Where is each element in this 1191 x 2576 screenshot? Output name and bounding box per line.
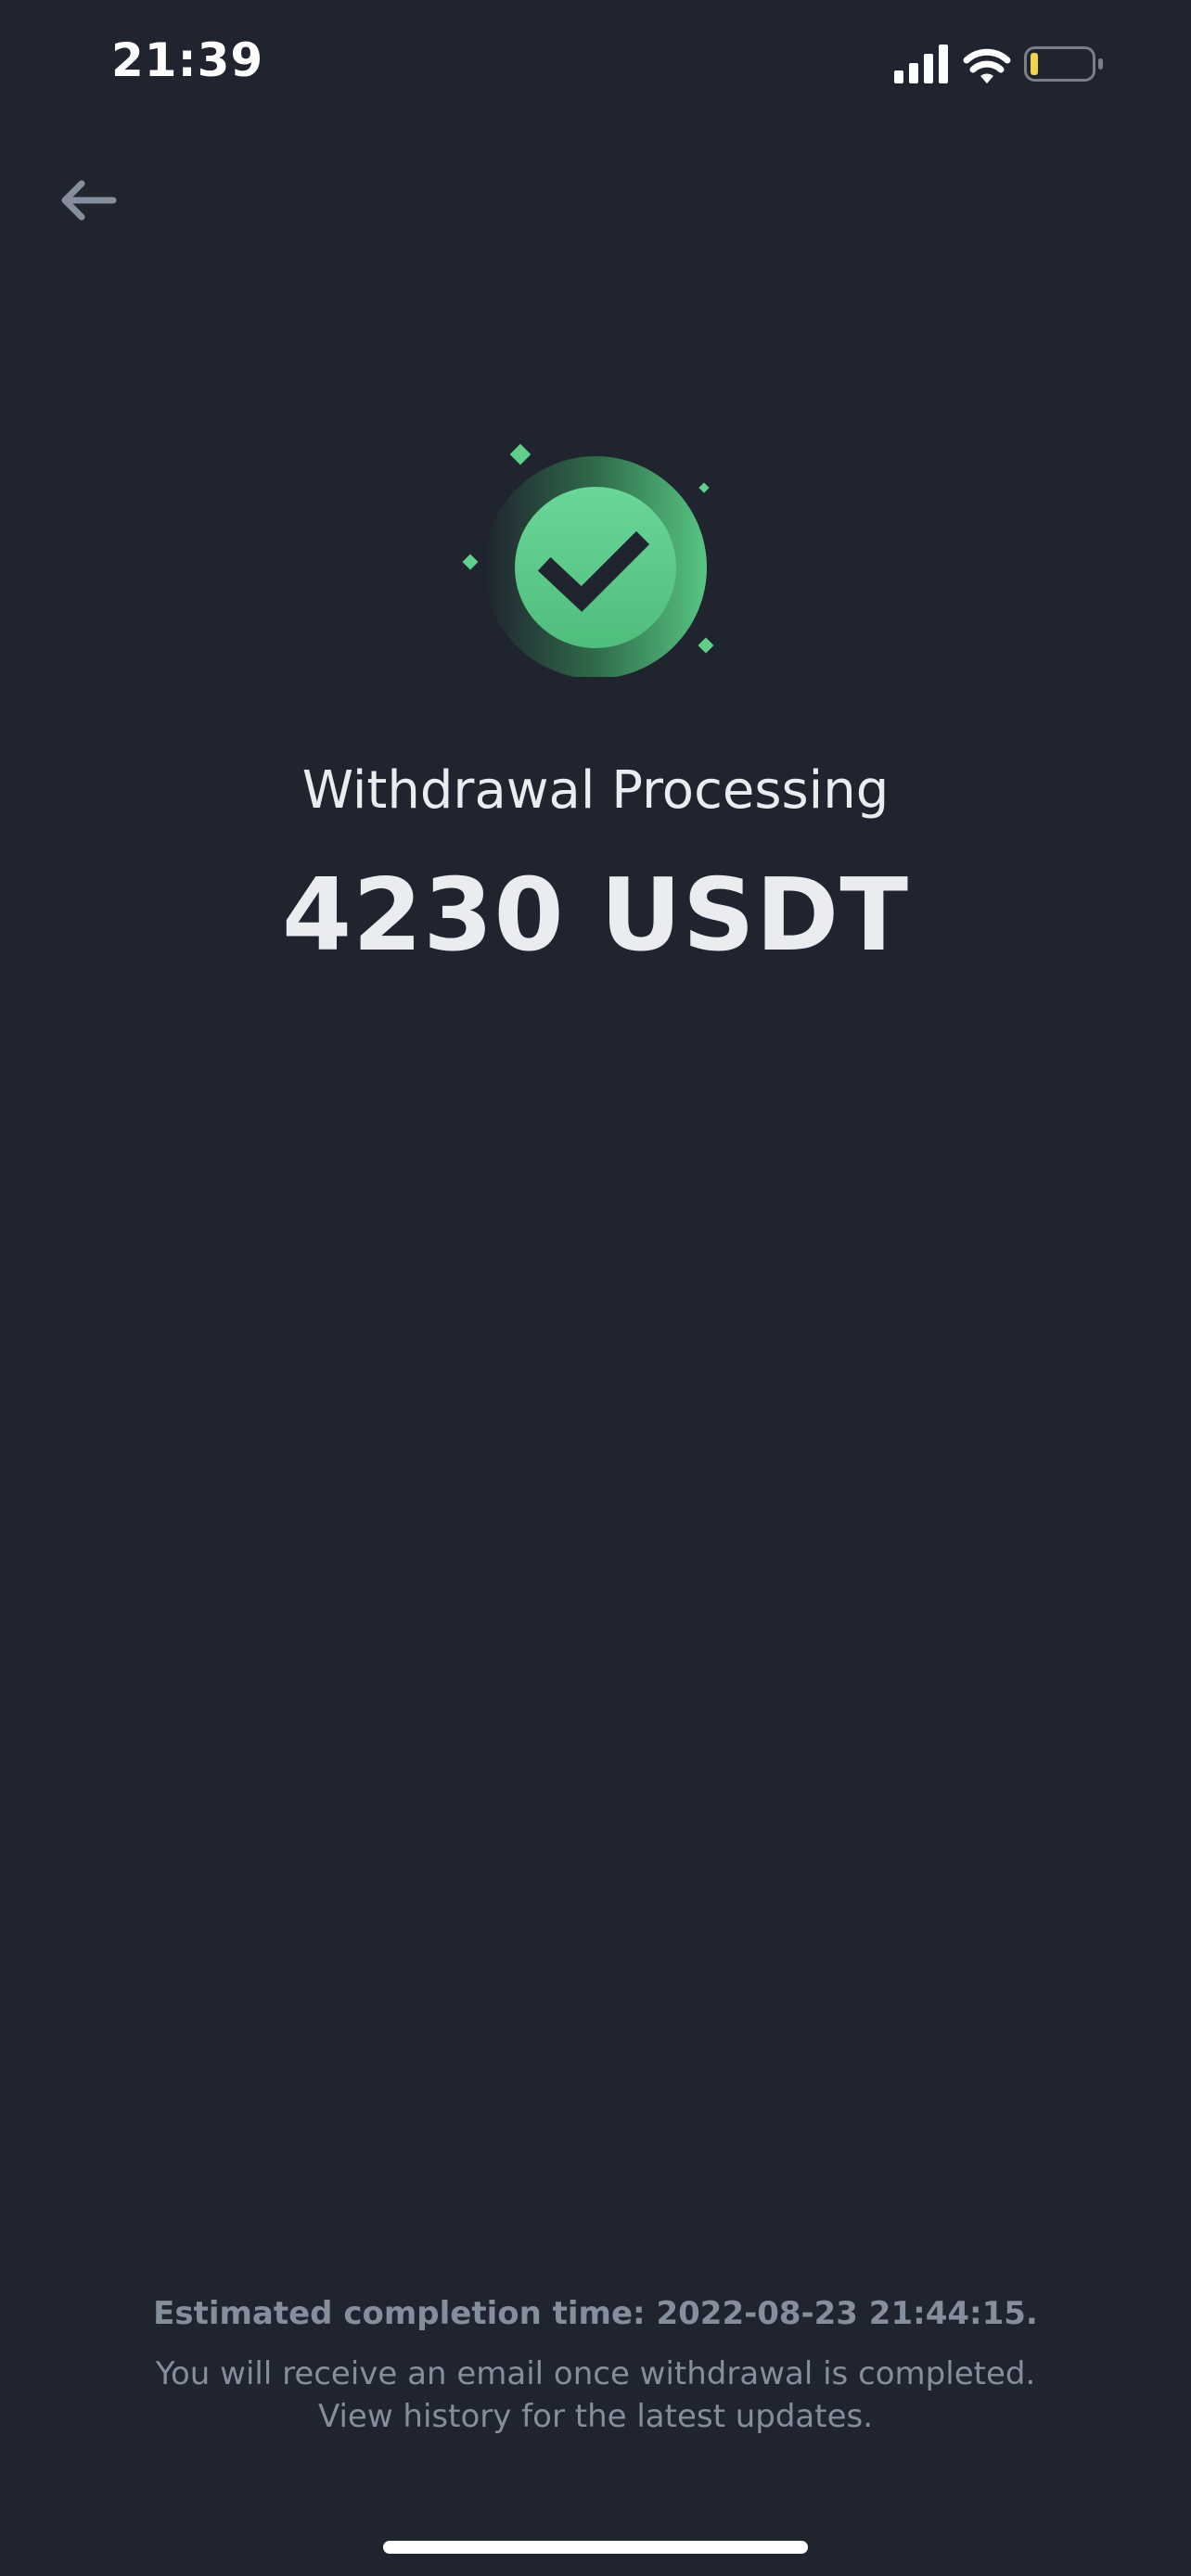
sparkle-icon [698,637,714,654]
status-bar: 21:39 [0,0,1191,130]
sparkle-icon [698,482,710,493]
wifi-icon [963,48,1011,83]
status-time: 21:39 [111,33,264,87]
status-icons [894,41,1117,93]
check-circle-icon [462,443,714,679]
history-notice: View history for the latest updates. [317,2398,874,2435]
battery-icon [1024,46,1103,82]
success-graphic [455,436,733,679]
footer-info: Estimated completion time: 2022-08-23 21… [0,2295,1191,2438]
email-notice: You will receive an email once withdrawa… [155,2355,1036,2392]
arrow-left-icon [61,180,117,221]
home-indicator[interactable] [383,2541,808,2554]
withdrawal-amount: 4230 USDT [282,858,909,974]
sparkle-icon [509,443,531,465]
sparkle-icon [462,554,479,570]
cellular-signal-icon [894,45,948,83]
page-title: Withdrawal Processing [301,760,890,821]
estimated-completion-time: Estimated completion time: 2022-08-23 21… [153,2295,1038,2332]
back-button[interactable] [52,158,145,250]
